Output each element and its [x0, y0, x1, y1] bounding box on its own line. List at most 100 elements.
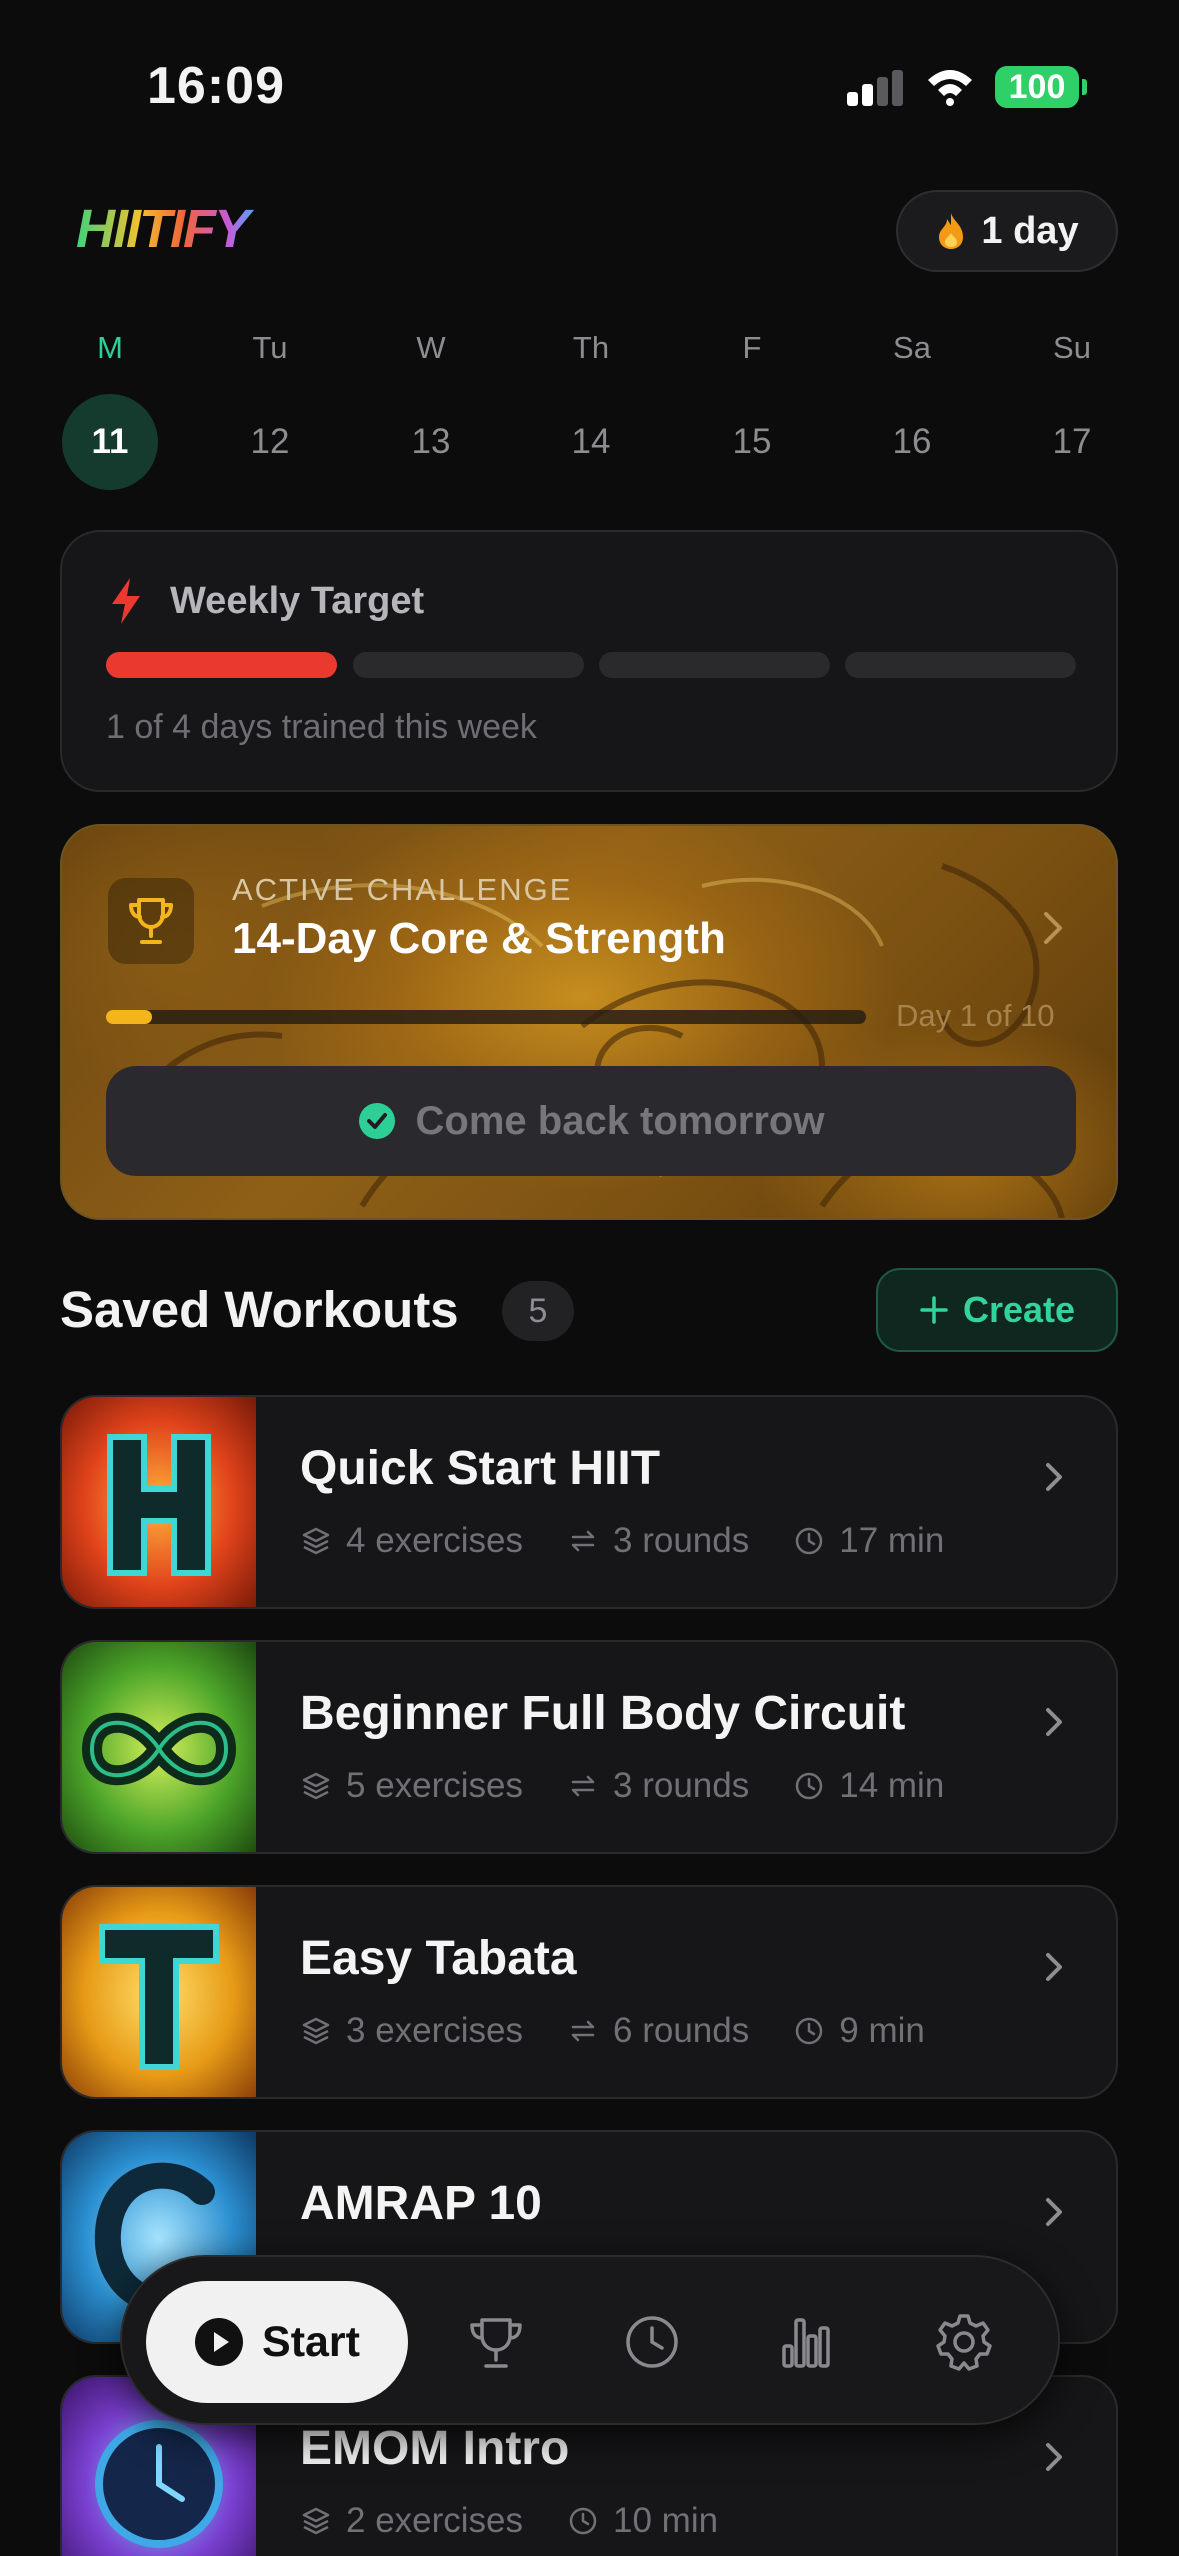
play-circle-icon: [195, 2318, 244, 2366]
workout-card[interactable]: Quick Start HIIT 4 exercises 3 rounds 17…: [60, 1395, 1118, 1609]
workout-meta: 3 exercises 6 rounds 9 min: [300, 2011, 925, 2051]
repeat-icon: [571, 2020, 595, 2042]
day-name: Th: [572, 330, 610, 365]
lightning-bolt-icon: [112, 578, 140, 624]
challenge-progress-track: [106, 1010, 866, 1024]
clock-icon: [569, 2507, 597, 2535]
exercises-count: 2 exercises: [300, 2501, 523, 2541]
exercises-label: 5 exercises: [346, 1766, 524, 1805]
clock-icon: [796, 1527, 823, 1555]
nav-settings-gear-icon[interactable]: [934, 2312, 994, 2372]
exercises-label: 3 exercises: [346, 2011, 524, 2050]
weekly-target-title: Weekly Target: [170, 580, 425, 622]
duration-label: 14 min: [839, 1766, 945, 1805]
come-back-label: Come back tomorrow: [415, 1098, 825, 1143]
day-monday[interactable]: M 11: [60, 330, 160, 490]
weekly-target-subtitle: 1 of 4 days trained this week: [106, 708, 537, 746]
nav-stats-bar-chart-icon[interactable]: [778, 2312, 838, 2372]
nav-history-clock-icon[interactable]: [622, 2312, 682, 2372]
chevron-right-icon: [1046, 1953, 1062, 1981]
fire-T-icon: [62, 1887, 256, 2097]
rounds-label: 6 rounds: [613, 2011, 750, 2050]
chevron-right-icon: [1044, 912, 1062, 944]
trophy-icon: [129, 898, 173, 944]
bottom-nav-bar: Start: [120, 2255, 1060, 2425]
repeat-icon: [571, 1530, 595, 1552]
day-date: 17: [1052, 422, 1092, 461]
create-label: Create: [962, 1289, 1076, 1330]
target-segment-2: [353, 652, 584, 678]
day-friday[interactable]: F 15: [702, 330, 802, 490]
workout-card[interactable]: Beginner Full Body Circuit 5 exercises 3…: [60, 1640, 1118, 1854]
create-workout-button[interactable]: Create: [876, 1268, 1118, 1352]
layers-icon: [302, 2017, 330, 2045]
active-challenge-card[interactable]: ACTIVE CHALLENGE 14-Day Core & Strength …: [60, 824, 1118, 1220]
chevron-right-icon: [1046, 1708, 1062, 1736]
day-saturday[interactable]: Sa 16: [862, 330, 962, 490]
day-date: 13: [411, 422, 451, 461]
workout-name: Easy Tabata: [300, 1932, 577, 1985]
chevron-right-icon: [1046, 2198, 1062, 2226]
day-date: 14: [571, 422, 611, 461]
start-label: Start: [262, 2317, 360, 2366]
clock-icon: [796, 2017, 823, 2045]
target-segment-1: [106, 652, 337, 678]
exercises-label: 2 exercises: [346, 2501, 524, 2540]
day-thursday[interactable]: Th 14: [541, 330, 641, 490]
streak-label: 1 day: [981, 209, 1079, 252]
wifi-icon: [928, 70, 972, 106]
come-back-tomorrow-button[interactable]: Come back tomorrow: [106, 1066, 1076, 1176]
chevron-right-icon: [1046, 1463, 1062, 1491]
workout-meta: 4 exercises 3 rounds 17 min: [300, 1521, 944, 1561]
saved-workouts-title: Saved Workouts: [60, 1281, 459, 1338]
workout-name: AMRAP 10: [300, 2177, 542, 2230]
target-segment-3: [599, 652, 830, 678]
infinity-icon: [62, 1642, 256, 1852]
day-tuesday[interactable]: Tu 12: [220, 330, 320, 490]
exercises-label: 4 exercises: [346, 1521, 524, 1560]
rounds-count: 3 rounds: [567, 1766, 749, 1806]
workout-name: Quick Start HIIT: [300, 1442, 661, 1495]
cellular-signal-icon: [847, 70, 903, 106]
duration: 17 min: [793, 1521, 944, 1561]
plus-icon: [920, 1296, 948, 1324]
layers-icon: [302, 2507, 330, 2535]
day-date: 11: [62, 394, 158, 490]
challenge-eyebrow: ACTIVE CHALLENGE: [232, 872, 573, 907]
streak-badge[interactable]: 1 day: [896, 190, 1118, 272]
duration-label: 10 min: [613, 2501, 719, 2540]
day-wednesday[interactable]: W 13: [381, 330, 481, 490]
duration: 10 min: [567, 2501, 718, 2541]
exercises-count: 5 exercises: [300, 1766, 523, 1806]
battery-indicator: 100: [995, 66, 1079, 108]
hiitify-logo: HIITIFY: [76, 199, 257, 259]
rounds-label: 3 rounds: [613, 1766, 750, 1805]
day-name: Su: [1053, 330, 1091, 365]
rounds-label: 3 rounds: [613, 1521, 750, 1560]
nav-challenges-trophy-icon[interactable]: [466, 2312, 526, 2372]
workout-meta: 5 exercises 3 rounds 14 min: [300, 1766, 944, 1806]
challenge-name: 14-Day Core & Strength: [232, 914, 726, 963]
day-date: 15: [732, 422, 772, 461]
day-sunday[interactable]: Su 17: [1022, 330, 1122, 490]
day-name: Tu: [252, 330, 288, 365]
duration: 9 min: [793, 2011, 925, 2051]
day-date: 16: [892, 422, 932, 461]
workout-card[interactable]: Easy Tabata 3 exercises 6 rounds 9 min: [60, 1885, 1118, 2099]
repeat-icon: [571, 1775, 595, 1797]
chevron-right-icon: [1046, 2443, 1062, 2471]
day-name: Sa: [893, 330, 931, 365]
rounds-count: 6 rounds: [567, 2011, 749, 2051]
layers-icon: [302, 1527, 330, 1555]
status-bar: 16:09 100: [0, 0, 1179, 150]
flame-H-icon: [62, 1397, 256, 1607]
duration-label: 17 min: [839, 1521, 945, 1560]
duration: 14 min: [793, 1766, 944, 1806]
day-date: 12: [250, 422, 290, 461]
weekly-target-card[interactable]: Weekly Target 1 of 4 days trained this w…: [60, 530, 1118, 792]
day-name: F: [742, 330, 762, 365]
status-time: 16:09: [147, 57, 285, 115]
start-button[interactable]: Start: [146, 2281, 408, 2403]
svg-text:HIITIFY: HIITIFY: [76, 199, 255, 259]
layers-icon: [302, 1772, 330, 1800]
